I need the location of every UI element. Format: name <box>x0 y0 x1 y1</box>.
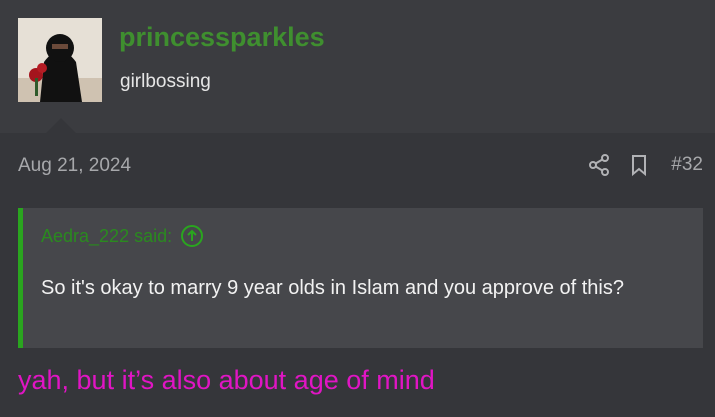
arrow-up-circle-icon[interactable] <box>180 224 204 248</box>
username[interactable]: princessparkles <box>119 22 325 53</box>
bookmark-icon[interactable] <box>627 153 651 177</box>
user-block: princessparkles girlbossing <box>0 0 715 134</box>
user-title: girlbossing <box>120 71 211 92</box>
quote-block: Aedra_222 said: So it's okay to marry 9 … <box>18 208 703 348</box>
quote-header: Aedra_222 said: <box>41 224 204 248</box>
user-block-pointer <box>45 118 77 134</box>
avatar[interactable] <box>18 18 102 102</box>
reply-text: yah, but it’s also about age of mind <box>18 365 435 395</box>
share-icon[interactable] <box>587 153 611 177</box>
post-number[interactable]: #32 <box>671 154 703 176</box>
post-date[interactable]: Aug 21, 2024 <box>18 155 131 177</box>
quote-author[interactable]: Aedra_222 said: <box>41 226 172 247</box>
quote-text: So it's okay to marry 9 year olds in Isl… <box>41 277 624 299</box>
post-actions: #32 <box>587 153 703 177</box>
